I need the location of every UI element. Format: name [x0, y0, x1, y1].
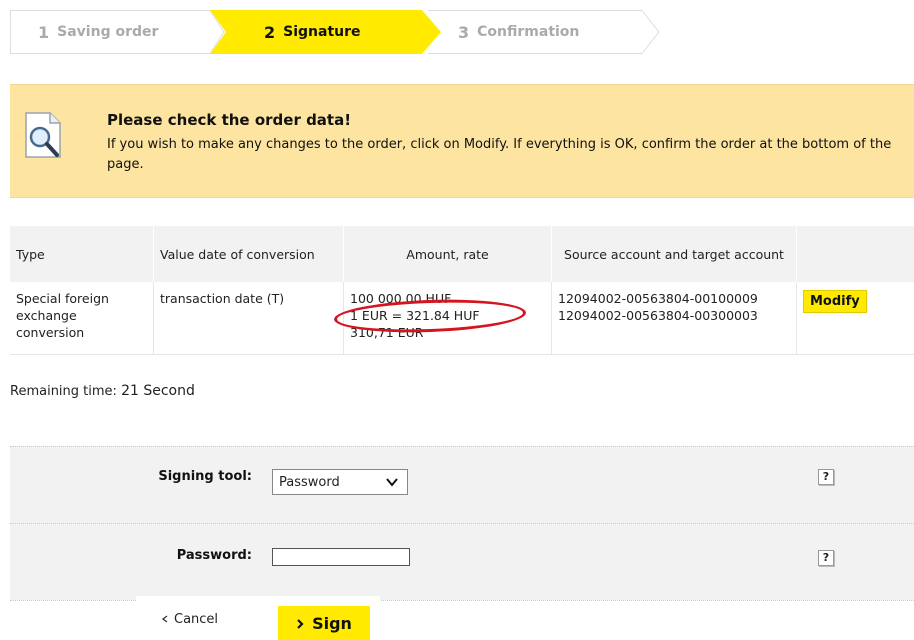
cancel-label: Cancel — [174, 612, 219, 627]
step-3-label: Confirmation — [477, 24, 580, 40]
signing-form: Signing tool: Password ? Password: ? — [10, 446, 914, 600]
col-amount-rate: Amount, rate — [343, 226, 552, 282]
sign-button[interactable]: Sign — [278, 606, 370, 640]
remaining-time-label: Remaining time: — [10, 384, 117, 399]
form-actions: Cancel Sign — [10, 604, 914, 640]
notice-title: Please check the order data! — [107, 111, 352, 129]
chevron-right-icon — [296, 614, 304, 633]
sign-label: Sign — [312, 613, 352, 633]
step-1-label: Saving order — [57, 24, 159, 40]
signing-tool-value: Password — [279, 474, 340, 490]
progress-steps: 1 Saving order 2 Signature 3 Confirmatio… — [10, 10, 660, 54]
order-table: Type Value date of conversion Amount, ra… — [10, 226, 914, 355]
cell-amount-rate: 100 000,00 HUF 1 EUR = 321.84 HUF 310,71… — [333, 282, 552, 354]
divider-gap — [136, 596, 380, 604]
chevron-down-icon — [385, 475, 399, 493]
chevron-left-icon — [161, 612, 168, 627]
col-actions — [796, 226, 914, 282]
step-3-number: 3 — [458, 22, 470, 42]
cell-type: Special foreign exchange conversion — [10, 282, 154, 354]
signing-tool-help-button[interactable]: ? — [818, 469, 834, 485]
step-confirmation: 3 Confirmation — [428, 10, 660, 54]
password-field[interactable] — [272, 548, 410, 566]
password-row: Password: ? — [10, 523, 914, 600]
password-help-button[interactable]: ? — [818, 550, 834, 566]
table-header-row: Type Value date of conversion Amount, ra… — [10, 226, 914, 282]
remaining-time-value: 21 Second — [121, 383, 195, 399]
cell-actions: Modify — [797, 282, 914, 354]
check-order-notice: Please check the order data! If you wish… — [10, 84, 914, 198]
magnifier-document-icon — [20, 111, 68, 167]
cell-accounts: 12094002-00563804-00100009 12094002-0056… — [551, 282, 797, 354]
modify-button[interactable]: Modify — [803, 290, 867, 313]
cell-value-date: transaction date (T) — [153, 282, 344, 354]
signing-tool-label: Signing tool: — [158, 469, 252, 484]
col-accounts: Source account and target account — [551, 226, 797, 282]
step-saving-order: 1 Saving order — [10, 10, 225, 54]
col-type: Type — [10, 226, 154, 282]
step-2-number: 2 — [264, 22, 276, 42]
source-account: 12094002-00563804-00100009 — [558, 291, 758, 306]
target-account: 12094002-00563804-00300003 — [558, 308, 758, 323]
remaining-time: Remaining time: 21 Second — [10, 383, 195, 399]
cancel-link[interactable]: Cancel — [161, 612, 219, 627]
signing-tool-row: Signing tool: Password ? — [10, 446, 914, 523]
notice-text: If you wish to make any changes to the o… — [107, 137, 892, 172]
col-value-date: Value date of conversion — [153, 226, 344, 282]
signing-tool-select[interactable]: Password — [272, 469, 408, 495]
table-row: Special foreign exchange conversion tran… — [10, 282, 914, 354]
step-2-label: Signature — [283, 24, 361, 40]
step-signature: 2 Signature — [210, 10, 442, 54]
step-1-number: 1 — [38, 22, 50, 42]
password-label: Password: — [176, 548, 252, 563]
